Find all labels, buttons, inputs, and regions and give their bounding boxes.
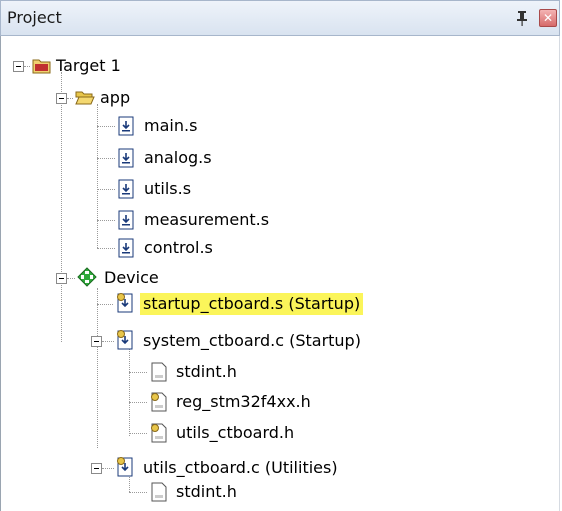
tree-item-file[interactable]: analog.s — [141, 144, 215, 172]
tree-item-label: app — [100, 88, 131, 107]
tree-item-label: startup_ctboard.s (Startup) — [140, 293, 364, 315]
tree-item-label: analog.s — [144, 148, 212, 167]
tree-line — [67, 278, 75, 279]
tree-line — [129, 433, 147, 434]
tree-item-file[interactable]: measurement.s — [141, 206, 272, 234]
tree-line — [97, 304, 113, 305]
tree-line — [97, 248, 115, 249]
tree-line — [24, 66, 30, 67]
tree-item-header[interactable]: reg_stm32f4xx.h — [173, 388, 314, 416]
header-file-icon — [151, 392, 167, 412]
tree-line — [102, 341, 114, 342]
panel-title-bar: Project ✕ — [0, 0, 560, 36]
tree-line — [129, 402, 147, 403]
tree-line — [97, 220, 115, 221]
tree-item-device[interactable]: Device — [101, 264, 162, 292]
tree-item-file[interactable]: utils.s — [141, 175, 194, 203]
project-panel: Project ✕ Target 1 app main.s analog.s u… — [0, 0, 562, 511]
tree-line — [102, 468, 114, 469]
tree-line — [97, 189, 115, 190]
startup-file-icon — [117, 330, 133, 350]
tree-line — [97, 126, 115, 127]
tree-item-header[interactable]: stdint.h — [173, 478, 240, 506]
tree-item-label: utils_ctboard.h — [176, 423, 295, 442]
project-tree: Target 1 app main.s analog.s utils.s mea… — [0, 36, 560, 511]
tree-item-label: utils_ctboard.c (Utilities) — [143, 458, 338, 477]
startup-file-icon — [117, 293, 133, 313]
collapse-toggle[interactable] — [56, 273, 67, 284]
panel-title: Project — [7, 8, 62, 27]
tree-line — [129, 492, 147, 493]
target-folder-icon — [32, 59, 51, 74]
tree-item-utils[interactable]: utils_ctboard.c (Utilities) — [140, 454, 341, 482]
tree-item-label: measurement.s — [144, 210, 270, 229]
tree-item-label: main.s — [144, 116, 198, 135]
header-file-icon — [151, 423, 167, 443]
source-file-icon — [118, 210, 134, 230]
tree-item-label: utils.s — [144, 179, 192, 198]
collapse-toggle[interactable] — [56, 93, 67, 104]
device-icon — [77, 267, 97, 287]
tree-item-header[interactable]: utils_ctboard.h — [173, 419, 297, 447]
tree-item-label: Target 1 — [56, 56, 121, 75]
tree-item-startup[interactable]: startup_ctboard.s (Startup) — [140, 290, 364, 318]
close-icon: ✕ — [542, 11, 554, 25]
tree-item-label: stdint.h — [176, 362, 237, 381]
collapse-toggle[interactable] — [13, 61, 24, 72]
source-file-icon — [118, 148, 134, 168]
tree-line — [97, 158, 115, 159]
collapse-toggle[interactable] — [91, 463, 102, 474]
startup-file-icon — [117, 457, 133, 477]
tree-item-header[interactable]: stdint.h — [173, 358, 240, 386]
tree-item-file[interactable]: control.s — [141, 234, 216, 262]
source-file-icon — [118, 179, 134, 199]
tree-item-system[interactable]: system_ctboard.c (Startup) — [140, 327, 364, 355]
source-file-icon — [118, 116, 134, 136]
tree-item-file[interactable]: main.s — [141, 112, 200, 140]
header-file-icon — [151, 482, 167, 502]
tree-item-label: Device — [104, 268, 159, 287]
tree-line — [129, 372, 147, 373]
pin-icon[interactable] — [515, 9, 529, 27]
folder-open-icon — [75, 91, 95, 105]
tree-item-label: system_ctboard.c (Startup) — [143, 331, 361, 350]
close-button[interactable]: ✕ — [539, 9, 557, 27]
tree-line — [129, 342, 130, 436]
tree-item-label: stdint.h — [176, 482, 237, 501]
tree-line — [97, 288, 98, 448]
collapse-toggle[interactable] — [91, 336, 102, 347]
tree-item-app[interactable]: app — [97, 84, 133, 112]
tree-line — [67, 98, 73, 99]
tree-item-target[interactable]: Target 1 — [53, 52, 124, 80]
tree-line — [61, 72, 62, 342]
tree-item-label: reg_stm32f4xx.h — [176, 392, 311, 411]
tree-item-label: control.s — [144, 238, 213, 257]
header-file-icon — [151, 362, 167, 382]
source-file-icon — [118, 238, 134, 258]
